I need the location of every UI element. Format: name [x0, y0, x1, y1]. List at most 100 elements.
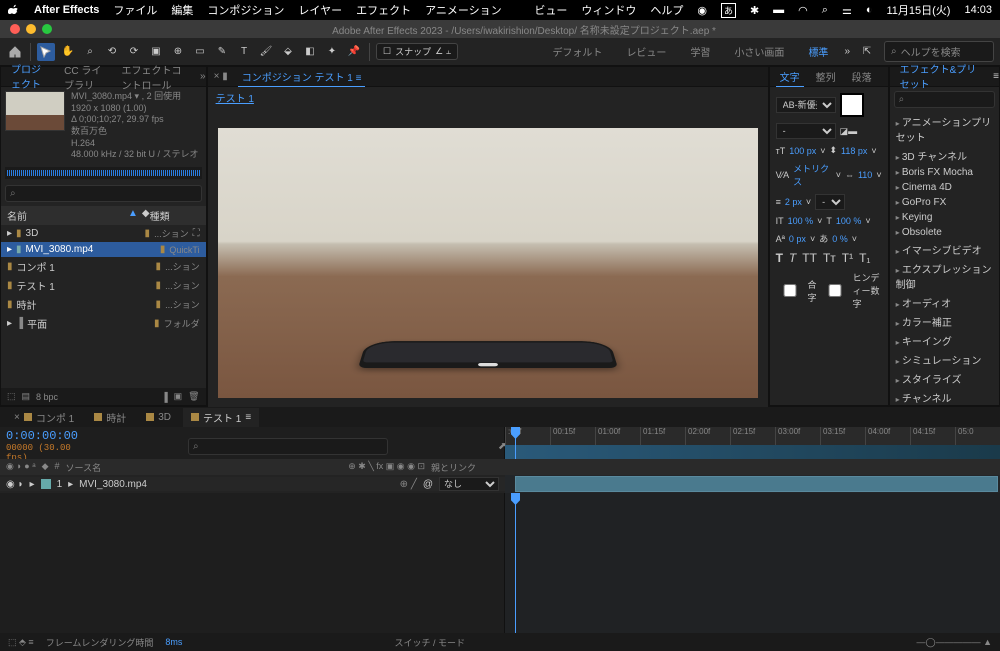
control-center-icon[interactable]: ⚌	[842, 4, 852, 17]
menu-edit[interactable]: 編集	[171, 2, 193, 18]
orbit-tool-icon[interactable]: ⟲	[103, 43, 121, 61]
project-item[interactable]: ▮時計▮...ション	[1, 295, 206, 314]
ws-default[interactable]: デフォルト	[544, 44, 610, 59]
fill-stroke-icon[interactable]: ◪▬	[840, 126, 858, 137]
search-icon[interactable]: ⌕	[822, 4, 828, 17]
brush-tool-icon[interactable]: 🖌	[257, 43, 275, 61]
effect-category[interactable]: カラー補正	[890, 312, 999, 331]
current-timecode[interactable]: 0:00:00:00	[6, 429, 78, 443]
project-item[interactable]: ▸ ▮3D▮...ション⛶	[1, 225, 206, 242]
ime-icon[interactable]: あ	[721, 3, 736, 18]
effect-category[interactable]: イマーシブビデオ	[890, 240, 999, 259]
visibility-icon[interactable]: ◉ ◗	[6, 479, 24, 490]
project-item[interactable]: ▮テスト 1▮...ション	[1, 276, 206, 295]
project-item[interactable]: ▸ ▐平面▮フォルダ	[1, 314, 206, 333]
col-source[interactable]: ソース名	[66, 461, 343, 474]
tracking[interactable]: 110	[858, 170, 872, 180]
project-item[interactable]: ▸▮MVI_3080.mp4▮QuickTi	[1, 242, 206, 257]
layer-name[interactable]: MVI_3080.mp4	[79, 479, 393, 490]
rotate-tool-icon[interactable]: ⟳	[125, 43, 143, 61]
effect-category[interactable]: アニメーションプリセット	[890, 112, 999, 146]
menu-composition[interactable]: コンポジション	[207, 2, 284, 18]
hindi-check[interactable]	[821, 284, 849, 297]
share-icon[interactable]: ⇱	[858, 43, 876, 61]
ws-small[interactable]: 小さい画面	[726, 44, 792, 59]
wifi-icon[interactable]: ◠	[798, 4, 808, 17]
pen-tool-icon[interactable]: ✎	[213, 43, 231, 61]
bpc-icon[interactable]: ▤	[22, 391, 31, 402]
effect-category[interactable]: チャンネル	[890, 388, 999, 405]
bold-btn[interactable]: T	[776, 251, 783, 265]
trash-icon[interactable]: 🗑	[188, 391, 199, 402]
camera-tool-icon[interactable]: ▣	[147, 43, 165, 61]
hscale[interactable]: 100 %	[836, 216, 862, 226]
roto-tool-icon[interactable]: ✦	[323, 43, 341, 61]
effect-category[interactable]: Cinema 4D	[890, 180, 999, 195]
effect-category[interactable]: エクスプレッション制御	[890, 259, 999, 293]
subscript-btn[interactable]: T₁	[859, 251, 870, 265]
effect-category[interactable]: Obsolete	[890, 225, 999, 240]
new-folder-icon[interactable]: ▐	[161, 392, 167, 402]
menu-effect[interactable]: エフェクト	[356, 2, 411, 18]
close-button[interactable]	[10, 24, 20, 34]
timeline-tab[interactable]: 時計	[86, 408, 134, 427]
menu-file[interactable]: ファイル	[113, 2, 157, 18]
time-ruler[interactable]: :00f00:15f01:00f01:15f02:00f02:15f03:00f…	[505, 427, 1000, 445]
timeline-tab[interactable]: テスト 1 ≡	[183, 408, 259, 427]
timeline-tab[interactable]: 3D	[138, 410, 179, 425]
project-header[interactable]: 名前▲◆ 種類	[1, 206, 206, 225]
rec-icon[interactable]: ◉	[697, 4, 707, 17]
menubar-date[interactable]: 11月15日(火)	[886, 2, 950, 18]
tab-paragraph[interactable]: 段落	[848, 67, 876, 86]
timeline-search[interactable]	[188, 438, 388, 455]
hand-tool-icon[interactable]: ✋	[59, 43, 77, 61]
project-search[interactable]	[5, 185, 202, 202]
viewer-canvas[interactable]	[208, 108, 768, 418]
switches-icons[interactable]: ⊕ ✱ ╲ fx ▣ ◉ ◉ ⊡	[348, 461, 425, 474]
battery-icon[interactable]: ▬	[773, 4, 784, 16]
toggle-switches-icon[interactable]: ⬚ ⬘ ≡	[8, 637, 34, 648]
smallcaps-btn[interactable]: Tт	[823, 251, 836, 265]
apple-icon[interactable]	[8, 3, 20, 18]
menu-animation[interactable]: アニメーション	[425, 2, 502, 18]
kerning[interactable]: メトリクス	[793, 162, 832, 188]
bluetooth-icon[interactable]: ✱	[750, 4, 759, 17]
app-name[interactable]: After Effects	[34, 4, 99, 16]
color-swatch[interactable]	[840, 93, 864, 117]
col-parent[interactable]: 親とリンク	[431, 461, 511, 474]
menu-window[interactable]: ウィンドウ	[581, 2, 636, 18]
tsume[interactable]: 0 %	[832, 234, 848, 244]
selection-tool-icon[interactable]	[37, 43, 55, 61]
switch-mode-label[interactable]: スイッチ / モード	[394, 636, 465, 649]
playhead[interactable]	[515, 493, 516, 633]
tab-character[interactable]: 文字	[776, 67, 804, 87]
layer-clip[interactable]	[515, 476, 998, 492]
ws-learn[interactable]: 学習	[682, 44, 718, 59]
font-size[interactable]: 100 px	[789, 146, 816, 156]
menu-layer[interactable]: レイヤー	[298, 2, 342, 18]
type-tool-icon[interactable]: T	[235, 43, 253, 61]
work-area-bar[interactable]	[505, 445, 1000, 459]
effect-category[interactable]: オーディオ	[890, 293, 999, 312]
label-icon[interactable]: ◆	[42, 461, 49, 474]
stroke-type[interactable]: -	[815, 194, 845, 210]
playhead[interactable]	[515, 427, 516, 459]
effect-category[interactable]: 3D チャンネル	[890, 146, 999, 165]
font-select[interactable]: AB-新優美ペン字...	[776, 97, 836, 113]
layer-label-color[interactable]	[41, 479, 51, 489]
pan-behind-tool-icon[interactable]: ⊕	[169, 43, 187, 61]
av-toggle-icon[interactable]: ◉ ◗ ● ᵃ	[6, 461, 36, 474]
timeline-tab[interactable]: × コンポ 1	[6, 408, 82, 427]
effect-category[interactable]: Keying	[890, 210, 999, 225]
effect-category[interactable]: スタイライズ	[890, 369, 999, 388]
effect-category[interactable]: GoPro FX	[890, 195, 999, 210]
shape-tool-icon[interactable]: ▭	[191, 43, 209, 61]
baseline[interactable]: 0 px	[789, 234, 806, 244]
parent-select[interactable]: なし	[439, 477, 499, 491]
new-comp-icon[interactable]: ▣	[174, 391, 183, 402]
superscript-btn[interactable]: T¹	[842, 251, 853, 265]
zoom-tool-icon[interactable]: ⌕	[81, 43, 99, 61]
effect-category[interactable]: Boris FX Mocha	[890, 165, 999, 180]
ligature-check[interactable]	[776, 284, 804, 297]
puppet-tool-icon[interactable]: 📌	[345, 43, 363, 61]
